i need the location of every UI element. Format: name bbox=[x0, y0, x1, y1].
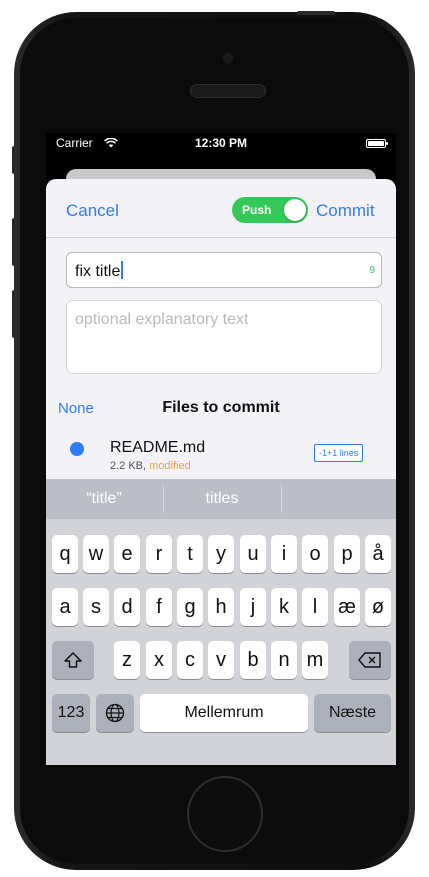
key-n[interactable]: n bbox=[271, 641, 297, 679]
globe-icon bbox=[105, 703, 125, 723]
key-v[interactable]: v bbox=[208, 641, 234, 679]
file-meta: 2.2 KB, modified bbox=[110, 460, 191, 472]
key-a-ring[interactable]: å bbox=[365, 535, 391, 573]
next-key[interactable]: Næste bbox=[314, 694, 391, 732]
space-key[interactable]: Mellemrum bbox=[140, 694, 308, 732]
key-j[interactable]: j bbox=[240, 588, 266, 626]
key-i[interactable]: i bbox=[271, 535, 297, 573]
file-status: modified bbox=[149, 460, 191, 472]
key-u[interactable]: u bbox=[240, 535, 266, 573]
key-z[interactable]: z bbox=[114, 641, 140, 679]
diff-button[interactable]: -1+1 lines bbox=[314, 444, 364, 462]
suggestion-2[interactable]: titles bbox=[164, 479, 280, 519]
home-button[interactable] bbox=[187, 776, 263, 852]
numbers-key[interactable]: 123 bbox=[52, 694, 90, 732]
key-o[interactable]: o bbox=[302, 535, 328, 573]
push-toggle[interactable]: Push bbox=[232, 197, 308, 223]
commit-message-input[interactable]: optional explanatory text bbox=[66, 300, 382, 374]
key-c[interactable]: c bbox=[177, 641, 203, 679]
key-l[interactable]: l bbox=[302, 588, 328, 626]
key-f[interactable]: f bbox=[146, 588, 172, 626]
key-t[interactable]: t bbox=[177, 535, 203, 573]
key-s[interactable]: s bbox=[83, 588, 109, 626]
earpiece-speaker bbox=[190, 84, 266, 98]
power-button bbox=[297, 11, 335, 15]
key-e[interactable]: e bbox=[114, 535, 140, 573]
select-none-button[interactable]: None bbox=[58, 400, 94, 417]
key-d[interactable]: d bbox=[114, 588, 140, 626]
screen: Carrier 12:30 PM Cancel Push Commit fix … bbox=[46, 133, 396, 765]
backspace-key[interactable] bbox=[349, 641, 391, 679]
suggestion-3[interactable] bbox=[282, 479, 396, 519]
key-g[interactable]: g bbox=[177, 588, 203, 626]
key-ae[interactable]: æ bbox=[334, 588, 360, 626]
key-q[interactable]: q bbox=[52, 535, 78, 573]
text-cursor bbox=[121, 261, 124, 279]
key-y[interactable]: y bbox=[208, 535, 234, 573]
shift-key[interactable] bbox=[52, 641, 94, 679]
front-camera bbox=[222, 52, 234, 64]
key-m[interactable]: m bbox=[302, 641, 328, 679]
battery-icon bbox=[366, 139, 388, 148]
toggle-knob bbox=[284, 199, 306, 221]
key-a[interactable]: a bbox=[52, 588, 78, 626]
suggestion-bar: “title” titles bbox=[46, 479, 396, 519]
shift-icon bbox=[64, 652, 82, 668]
push-toggle-label: Push bbox=[242, 203, 272, 217]
files-header: Files to commit bbox=[162, 399, 280, 416]
commit-title-value: fix title bbox=[75, 261, 124, 281]
file-name: README.md bbox=[110, 439, 206, 456]
key-k[interactable]: k bbox=[271, 588, 297, 626]
commit-button[interactable]: Commit bbox=[316, 201, 375, 221]
globe-key[interactable] bbox=[96, 694, 134, 732]
volume-down-button bbox=[12, 290, 16, 338]
key-o-slash[interactable]: ø bbox=[365, 588, 391, 626]
key-p[interactable]: p bbox=[334, 535, 360, 573]
file-row[interactable]: README.md 2.2 KB, modified -1+1 lines bbox=[46, 430, 396, 480]
key-b[interactable]: b bbox=[240, 641, 266, 679]
suggestion-1[interactable]: “title” bbox=[46, 479, 162, 519]
key-h[interactable]: h bbox=[208, 588, 234, 626]
backspace-icon bbox=[358, 652, 381, 668]
key-w[interactable]: w bbox=[83, 535, 109, 573]
file-size: 2.2 KB bbox=[110, 460, 144, 472]
clock: 12:30 PM bbox=[194, 136, 248, 150]
status-bar: Carrier 12:30 PM bbox=[46, 133, 396, 153]
volume-up-button bbox=[12, 218, 16, 266]
file-selected-indicator[interactable] bbox=[70, 442, 84, 456]
cancel-button[interactable]: Cancel bbox=[66, 201, 119, 221]
key-x[interactable]: x bbox=[146, 641, 172, 679]
mute-switch bbox=[12, 146, 16, 174]
nav-bar: Cancel Push Commit bbox=[46, 179, 396, 238]
message-placeholder: optional explanatory text bbox=[75, 311, 249, 328]
key-r[interactable]: r bbox=[146, 535, 172, 573]
keyboard: “title” titles q w e r t y u i o p å a s… bbox=[46, 479, 396, 765]
commit-title-input[interactable]: fix title 9 bbox=[66, 252, 382, 288]
character-count: 9 bbox=[369, 265, 375, 276]
